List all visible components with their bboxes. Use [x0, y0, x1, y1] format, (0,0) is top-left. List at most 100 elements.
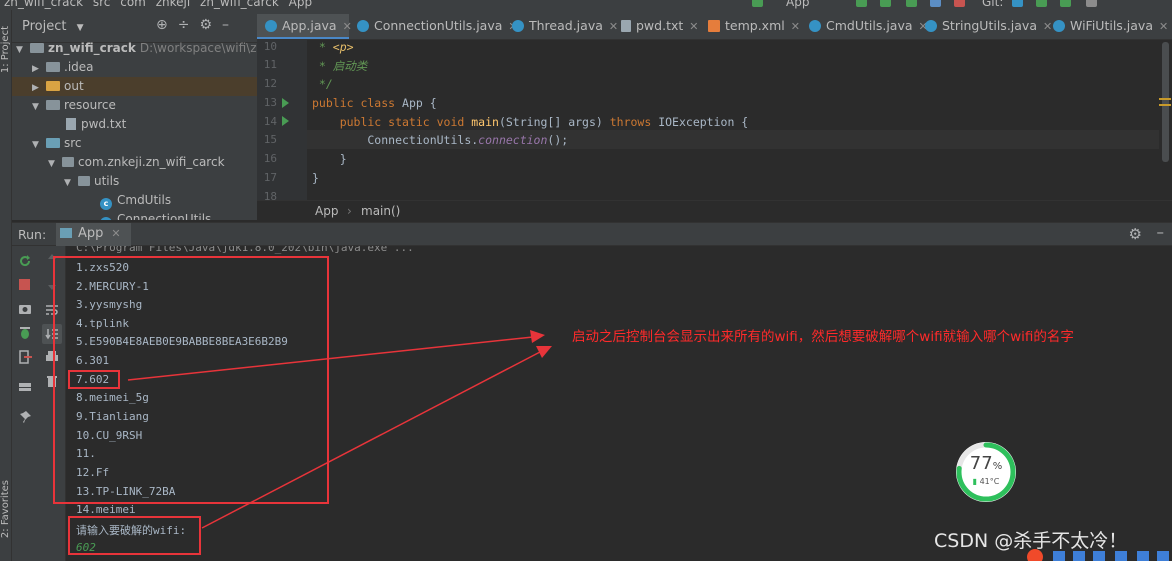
tab-wifiutils-java[interactable]: WiFiUtils.java ✕ — [1045, 14, 1168, 39]
gauge-number: 77 — [969, 453, 993, 474]
sogou-icon[interactable] — [1027, 549, 1043, 561]
tray-icon[interactable] — [1073, 551, 1085, 561]
pin-icon[interactable] — [18, 410, 32, 424]
tree-item-resource[interactable]: ▼ resource — [32, 96, 116, 115]
tree-item-cmdutils[interactable]: c CmdUtils — [100, 191, 171, 210]
folder-orange-icon — [46, 81, 60, 91]
tab-cmdutils-java[interactable]: CmdUtils.java ✕ — [801, 14, 928, 39]
git-update-icon[interactable] — [1012, 0, 1023, 7]
gear-icon[interactable]: ⚙ — [1129, 225, 1142, 243]
close-icon[interactable]: ✕ — [689, 20, 698, 33]
tree-item-project-root[interactable]: ▼ zn_wifi_crackD:\workspace\wifi\zn_w — [16, 39, 257, 58]
tree-item-package[interactable]: ▼ com.znkeji.zn_wifi_carck — [48, 153, 225, 172]
chevron-right-icon: › — [347, 204, 352, 218]
run-tab-label: App — [78, 226, 104, 241]
build-icon[interactable] — [752, 0, 763, 7]
source-folder-icon — [46, 138, 60, 148]
tab-pwd-txt[interactable]: pwd.txt ✕ — [613, 14, 698, 39]
warning-marker[interactable] — [1159, 104, 1171, 106]
hide-icon[interactable]: – — [222, 17, 239, 33]
camera-icon[interactable] — [18, 302, 32, 316]
line-number: 17 — [263, 171, 277, 184]
tab-temp-xml[interactable]: temp.xml ✕ — [700, 14, 800, 39]
tray-icon[interactable] — [1093, 551, 1105, 561]
locate-icon[interactable]: ⊕ — [156, 17, 178, 33]
tray-icon[interactable] — [1157, 551, 1169, 561]
breadcrumb-method[interactable]: main() — [361, 204, 400, 218]
breadcrumb-item[interactable]: App — [289, 0, 312, 9]
code-line: */ — [312, 77, 333, 91]
tree-item-pwd-txt[interactable]: pwd.txt — [66, 115, 126, 134]
rerun-icon[interactable] — [18, 254, 32, 268]
tray-icon[interactable] — [1053, 551, 1065, 561]
line-number: 16 — [263, 152, 277, 165]
breadcrumb-class[interactable]: App — [315, 204, 338, 218]
breadcrumb-item[interactable]: src — [93, 0, 111, 9]
tree-item-label: .idea — [64, 60, 94, 74]
expanded-icon[interactable]: ▼ — [64, 174, 78, 193]
run-label: Run: — [18, 227, 47, 242]
tab-app-java[interactable]: App.java ✕ — [257, 14, 352, 39]
stop-icon[interactable] — [19, 279, 30, 290]
profile-icon[interactable] — [930, 0, 941, 7]
run-gutter-icon[interactable] — [282, 116, 289, 126]
tree-item-idea[interactable]: ▶ .idea — [32, 58, 94, 77]
minimize-icon[interactable]: – — [1157, 223, 1165, 241]
folder-icon — [46, 100, 60, 110]
breadcrumb-item[interactable]: zn_wifi_carck — [200, 0, 279, 9]
debug-bug-icon[interactable] — [18, 326, 32, 340]
annotation-text: 启动之后控制台会显示出来所有的wifi，然后想要破解哪个wifi就输入哪个wif… — [572, 329, 1074, 345]
line-number: 12 — [263, 77, 277, 90]
editor-scrollbar[interactable] — [1159, 40, 1172, 222]
coverage-icon[interactable] — [906, 0, 917, 7]
line-number: 10 — [263, 40, 277, 53]
tab-stringutils-java[interactable]: StringUtils.java ✕ — [917, 14, 1052, 39]
project-tool-tab[interactable]: 1: Project — [0, 26, 11, 73]
breadcrumb-item[interactable]: znkeji — [156, 0, 190, 9]
project-view-select[interactable]: Project ▼ — [22, 19, 84, 34]
class-icon: c — [100, 217, 112, 220]
run-tab-app[interactable]: App ✕ — [56, 223, 131, 246]
expanded-icon[interactable]: ▼ — [32, 98, 46, 117]
tab-connectionutils-java[interactable]: ConnectionUtils.java✕ — [349, 14, 518, 39]
code-editor[interactable]: 10 11 12 13 14 15 16 17 18 * <p> * 启动类 *… — [257, 40, 1172, 222]
git-commit-icon[interactable] — [1036, 0, 1047, 7]
exit-icon[interactable] — [18, 350, 32, 364]
expanded-icon[interactable]: ▼ — [32, 136, 46, 155]
close-icon[interactable]: ✕ — [791, 20, 800, 33]
breadcrumb-item[interactable]: com — [120, 0, 146, 9]
tab-thread-java[interactable]: Thread.java ✕ — [504, 14, 618, 39]
scrollbar-thumb[interactable] — [1162, 42, 1169, 162]
favorites-tool-tab[interactable]: 2: Favorites — [0, 480, 11, 538]
run-gutter-icon[interactable] — [282, 98, 289, 108]
class-icon — [809, 20, 821, 32]
tree-item-out[interactable]: ▶ out — [12, 77, 257, 96]
tray-icon[interactable] — [1115, 551, 1127, 561]
tree-item-utils[interactable]: ▼ utils — [64, 172, 119, 191]
run-configuration-select[interactable]: App — [786, 0, 809, 9]
class-icon — [925, 20, 937, 32]
layout-icon[interactable] — [18, 380, 32, 394]
tree-item-src[interactable]: ▼ src — [32, 134, 82, 153]
close-icon[interactable]: ✕ — [1159, 20, 1168, 33]
gauge-unit: % — [992, 461, 1003, 472]
line-number: 15 — [263, 133, 277, 146]
gear-icon[interactable]: ⚙ — [199, 17, 222, 33]
breadcrumb-item[interactable]: zn_wifi_crack — [4, 0, 83, 9]
tray-icon[interactable] — [1137, 551, 1149, 561]
debug-icon[interactable] — [880, 0, 891, 7]
tree-item-label: pwd.txt — [81, 117, 127, 131]
text-file-icon — [621, 20, 631, 32]
expanded-icon[interactable]: ▼ — [16, 41, 30, 60]
tab-label: WiFiUtils.java — [1070, 18, 1153, 33]
console-line: 14.meimei — [76, 503, 136, 516]
warning-marker[interactable] — [1159, 98, 1171, 100]
tree-item-connectionutils[interactable]: c ConnectionUtils — [100, 210, 211, 220]
expanded-icon[interactable]: ▼ — [48, 155, 62, 174]
history-icon[interactable] — [1086, 0, 1097, 7]
collapse-icon[interactable]: ÷ — [178, 17, 200, 33]
close-icon[interactable]: ✕ — [111, 227, 120, 240]
stop-icon[interactable] — [954, 0, 965, 7]
git-push-icon[interactable] — [1060, 0, 1071, 7]
run-icon[interactable] — [856, 0, 867, 7]
